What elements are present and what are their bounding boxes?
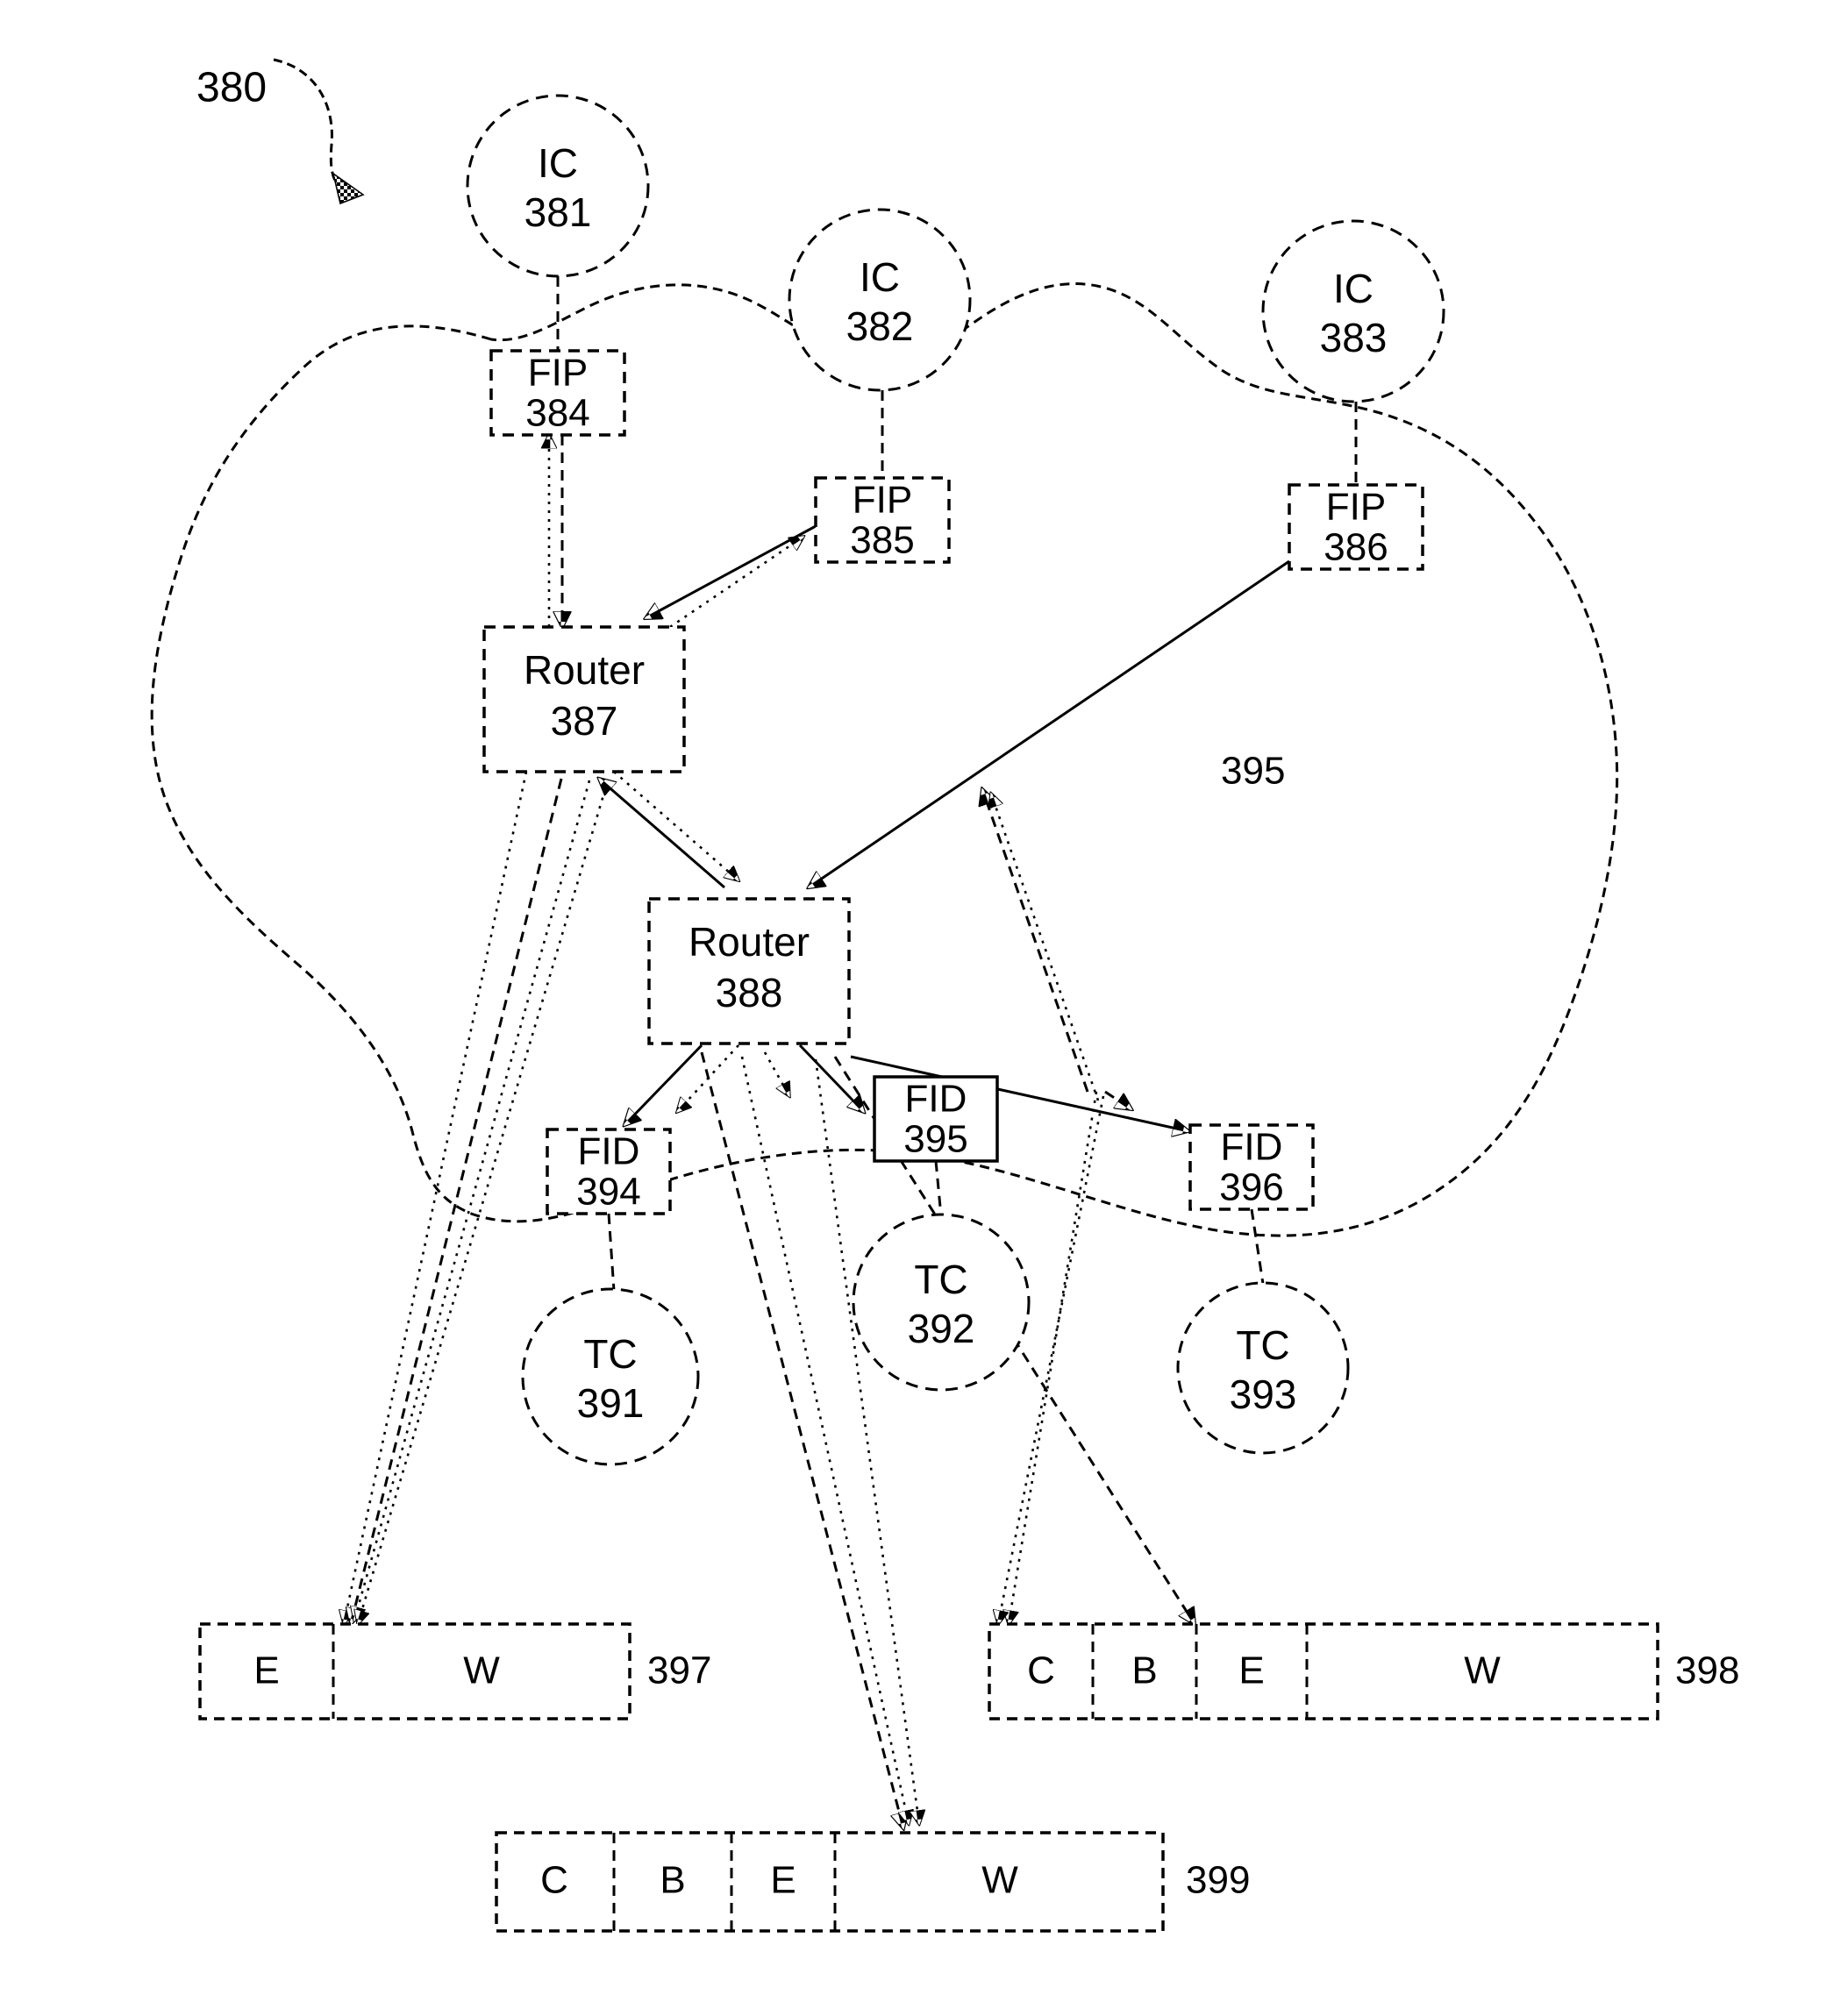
node-ic-383[interactable]: IC 383 — [1261, 219, 1445, 403]
bar-397-segment-0-label: E — [253, 1649, 279, 1692]
figure-leader-380: 380 — [196, 58, 365, 205]
figure-number-label: 380 — [196, 65, 267, 111]
node-ic-382[interactable]: IC 382 — [788, 208, 972, 392]
tc-nodes: TC 391 TC 392 TC 393 — [521, 1213, 1350, 1466]
node-fip-385[interactable]: FIP 385 — [814, 476, 951, 564]
bar-399-segment-2-label: E — [770, 1859, 796, 1902]
link-fip386-router388 — [809, 559, 1290, 887]
bar-398-segment-0-label: C — [1027, 1649, 1055, 1692]
node-fip-384[interactable]: FIP 384 — [489, 349, 626, 437]
node-fip-385-number: 385 — [850, 519, 914, 562]
link-fid394-tc391 — [607, 1213, 616, 1292]
node-tc-392-number: 392 — [908, 1306, 975, 1351]
node-fid-394[interactable]: FID 394 — [546, 1128, 672, 1215]
node-router-388[interactable]: Router 388 — [647, 897, 851, 1045]
router-nodes: Router 387 Router 388 — [482, 625, 851, 1045]
upward-long-connectors — [982, 789, 1100, 1101]
node-fid-395-number: 395 — [903, 1118, 967, 1161]
link-router387-router388 — [599, 772, 738, 887]
bar-397-reference-label: 397 — [647, 1649, 711, 1692]
node-fip-385-type: FIP — [853, 479, 912, 522]
node-router-387[interactable]: Router 387 — [482, 625, 686, 773]
link-fip385-router387 — [646, 526, 816, 627]
link-fid395-tc392 — [934, 1160, 943, 1217]
node-ic-383-number: 383 — [1320, 315, 1388, 360]
packet-bar-397[interactable]: E W 397 — [198, 1622, 711, 1720]
node-tc-393[interactable]: TC 393 — [1176, 1281, 1350, 1455]
node-fip-386-number: 386 — [1324, 526, 1388, 569]
node-tc-391-type: TC — [583, 1331, 637, 1377]
node-ic-383-type: IC — [1333, 266, 1374, 311]
node-fip-386-type: FIP — [1326, 486, 1386, 529]
bar-397-segment-1-label: W — [463, 1649, 500, 1692]
bar-399-segment-3-label: W — [981, 1859, 1018, 1902]
node-ic-382-number: 382 — [846, 303, 914, 349]
node-ic-381[interactable]: IC 381 — [466, 94, 650, 278]
diagram-canvas: 395 380 IC 381 IC 382 IC 383 FIP 384 FIP… — [150, 58, 1739, 1933]
node-fid-396-number: 396 — [1219, 1166, 1283, 1209]
node-fip-384-type: FIP — [528, 352, 588, 395]
node-router-387-number: 387 — [551, 698, 618, 744]
bar-399-segment-1-label: B — [660, 1859, 685, 1902]
link-fip384-router387 — [549, 435, 562, 627]
node-fip-386[interactable]: FIP 386 — [1288, 483, 1424, 571]
node-fip-384-number: 384 — [525, 392, 589, 435]
node-tc-391-number: 391 — [577, 1380, 645, 1426]
node-fid-394-type: FID — [578, 1130, 640, 1173]
node-fid-396-type: FID — [1221, 1126, 1283, 1169]
link-fid396-tc393 — [1250, 1208, 1265, 1285]
fip-nodes: FIP 384 FIP 385 FIP 386 — [489, 349, 1424, 571]
bar-398-segment-2-label: E — [1238, 1649, 1264, 1692]
node-ic-382-type: IC — [860, 254, 900, 300]
node-tc-391[interactable]: TC 391 — [521, 1287, 700, 1466]
node-tc-392[interactable]: TC 392 — [852, 1213, 1031, 1392]
node-tc-393-number: 393 — [1230, 1371, 1297, 1417]
bar-399-segment-0-label: C — [540, 1859, 568, 1902]
node-tc-393-type: TC — [1236, 1322, 1289, 1368]
packet-bar-398[interactable]: C B E W 398 — [988, 1622, 1739, 1720]
cloud-reference-label: 395 — [1221, 750, 1285, 793]
bar-398-segment-1-label: B — [1131, 1649, 1157, 1692]
node-fid-394-number: 394 — [576, 1171, 640, 1214]
patent-figure-380: 395 380 IC 381 IC 382 IC 383 FIP 384 FIP… — [0, 0, 1848, 2016]
node-ic-381-number: 381 — [524, 189, 592, 235]
node-tc-392-type: TC — [914, 1257, 967, 1302]
fid-nodes: FID 394 FID 395 FID 396 — [546, 1075, 1315, 1215]
node-router-388-number: 388 — [716, 970, 783, 1015]
bar-398-segment-3-label: W — [1464, 1649, 1501, 1692]
node-fid-396[interactable]: FID 396 — [1188, 1123, 1315, 1211]
node-fid-395[interactable]: FID 395 — [873, 1075, 999, 1163]
node-router-388-type: Router — [689, 919, 810, 965]
node-fid-395-type: FID — [905, 1078, 967, 1121]
node-router-387-type: Router — [524, 647, 645, 693]
leader-arrowhead-icon — [332, 172, 365, 205]
bar-398-reference-label: 398 — [1675, 1649, 1739, 1692]
node-ic-381-type: IC — [538, 140, 578, 186]
bar-399-reference-label: 399 — [1186, 1859, 1250, 1902]
packet-bar-399[interactable]: C B E W 399 — [495, 1831, 1250, 1933]
